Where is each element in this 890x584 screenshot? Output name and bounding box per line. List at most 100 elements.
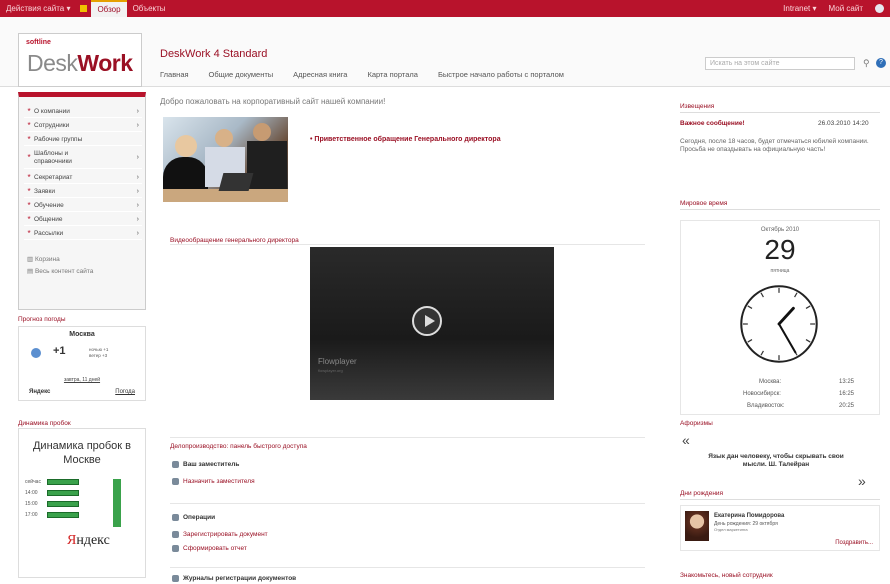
tz-time-novosibirsk: 16:25 bbox=[839, 391, 855, 397]
star-icon: * bbox=[27, 214, 31, 224]
birthdays-heading: Дни рождения bbox=[680, 490, 724, 497]
sidebar-item-workgroups[interactable]: * Рабочие группы bbox=[24, 133, 142, 146]
sidebar-item-training[interactable]: * Обучение › bbox=[24, 199, 142, 212]
star-icon: * bbox=[27, 120, 31, 130]
traffic-time: 14:00 bbox=[25, 490, 38, 496]
star-icon: * bbox=[27, 228, 31, 238]
calendar-day: 29 bbox=[764, 234, 796, 265]
analog-clock bbox=[740, 285, 818, 363]
director-address-link[interactable]: • Приветственное обращение Генерального … bbox=[310, 136, 501, 143]
welcome-heading: Добро пожаловать на корпоративный сайт н… bbox=[160, 97, 386, 106]
weather-widget: Москва +1 ночью +1 ветер +3 завтра, 11 д… bbox=[18, 326, 146, 401]
sidebar-item-employees[interactable]: * Сотрудники › bbox=[24, 119, 142, 132]
report-icon bbox=[172, 545, 179, 552]
aphorisms-heading: Афоризмы bbox=[680, 420, 713, 427]
yandex-logo[interactable]: Яндекс bbox=[67, 533, 110, 549]
tz-time-vladivostok: 20:25 bbox=[839, 403, 855, 409]
traffic-bar bbox=[47, 490, 79, 496]
sidebar-item-secretariat[interactable]: * Секретариат › bbox=[24, 171, 142, 184]
operations-heading: Операции bbox=[172, 514, 215, 521]
announcement-text: Сегодня, после 18 часов, будет отмечатьс… bbox=[680, 138, 869, 153]
logo[interactable]: softline DeskWork bbox=[18, 33, 142, 87]
assign-deputy-link[interactable]: Назначить заместителя bbox=[172, 478, 255, 485]
help-icon[interactable]: ? bbox=[876, 58, 886, 68]
birthday-person-name[interactable]: Екатерина Помидорова bbox=[714, 513, 784, 519]
divider bbox=[680, 112, 880, 113]
folder-icon bbox=[80, 5, 88, 12]
congratulate-link[interactable]: Поздравить... bbox=[835, 540, 873, 546]
gear-icon bbox=[172, 514, 179, 521]
weather-updated-link[interactable]: завтра, 11 дней bbox=[19, 377, 145, 383]
flowplayer-url: flowplayer.org bbox=[318, 368, 343, 373]
top-nav: Главная Общие документы Адресная книга К… bbox=[160, 70, 564, 79]
nav-shared-documents[interactable]: Общие документы bbox=[209, 70, 274, 79]
star-icon: * bbox=[27, 152, 31, 162]
star-icon: * bbox=[27, 186, 31, 196]
quick-access-heading: Делопроизводство: панель быстрого доступ… bbox=[170, 443, 307, 450]
recycle-bin-icon: ▥ bbox=[27, 256, 35, 263]
weather-city: Москва bbox=[69, 331, 95, 338]
divider bbox=[170, 244, 645, 245]
new-employee-heading: Знакомьтесь, новый сотрудник bbox=[680, 572, 773, 579]
tz-time-moscow: 13:25 bbox=[839, 379, 855, 385]
tz-city-novosibirsk: Новосибирск: bbox=[743, 391, 781, 397]
sidebar-item-company[interactable]: * О компании › bbox=[24, 105, 142, 118]
nav-home[interactable]: Главная bbox=[160, 70, 189, 79]
registration-journals-heading: Журналы регистрации документов bbox=[172, 575, 296, 582]
deskwork-logo-text: DeskWork bbox=[27, 50, 133, 76]
nav-quick-start[interactable]: Быстрое начало работы с порталом bbox=[438, 70, 564, 79]
page-header: softline DeskWork DeskWork 4 Standard Гл… bbox=[0, 17, 890, 87]
yandex-logo[interactable]: Яндекс bbox=[29, 389, 50, 395]
recycle-bin-link[interactable]: ▥ Корзина bbox=[27, 255, 60, 263]
register-document-link[interactable]: Зарегистрировать документ bbox=[172, 531, 268, 538]
tab-objects[interactable]: Объекты bbox=[127, 0, 172, 17]
sidebar-item-templates[interactable]: * Шаблоны и справочники › bbox=[24, 147, 142, 169]
weather-temp: +1 bbox=[53, 345, 66, 357]
calendar-month: Октябрь 2010 bbox=[760, 227, 800, 233]
top-navigation-bar: Действия сайта ▾ Обзор Объекты Intranet … bbox=[0, 0, 890, 17]
next-icon[interactable]: » bbox=[858, 473, 866, 489]
site-actions-menu[interactable]: Действия сайта ▾ bbox=[0, 0, 76, 17]
sidebar-item-requests[interactable]: * Заявки › bbox=[24, 185, 142, 198]
traffic-widget: Динамика пробок в Москве сейчас 14:00 15… bbox=[18, 428, 146, 578]
weather-icon bbox=[31, 348, 41, 358]
weather-more-link[interactable]: Погода bbox=[115, 389, 135, 395]
star-icon: * bbox=[27, 172, 31, 182]
divider bbox=[170, 567, 645, 568]
flowplayer-logo: Flowplayer bbox=[318, 357, 357, 366]
user-menu[interactable]: Intranet ▾ bbox=[783, 4, 816, 13]
nav-address-book[interactable]: Адресная книга bbox=[293, 70, 347, 79]
nav-portal-map[interactable]: Карта портала bbox=[367, 70, 417, 79]
calendar-weekday: пятница bbox=[770, 268, 790, 274]
gear-icon[interactable] bbox=[875, 4, 884, 13]
site-title[interactable]: DeskWork 4 Standard bbox=[160, 48, 267, 60]
search-icon[interactable]: ⚲ bbox=[863, 58, 873, 68]
tab-browse[interactable]: Обзор bbox=[91, 0, 127, 17]
search-input[interactable]: Искать на этом сайте bbox=[705, 57, 855, 70]
tz-city-vladivostok: Владивосток: bbox=[747, 403, 785, 409]
birthday-department: Отдел маркетинга bbox=[714, 527, 748, 532]
weather-details: ночью +1 ветер +3 bbox=[89, 347, 109, 358]
generate-report-link[interactable]: Сформировать отчет bbox=[172, 545, 247, 552]
aphorism-text: Язык дан человеку, чтобы скрывать свои м… bbox=[708, 453, 844, 468]
star-icon: * bbox=[27, 200, 31, 210]
avatar bbox=[685, 511, 709, 541]
document-icon bbox=[172, 531, 179, 538]
deputy-heading: Ваш заместитель bbox=[172, 461, 239, 468]
traffic-bar bbox=[47, 479, 79, 485]
my-site-link[interactable]: Мой сайт bbox=[829, 4, 863, 13]
announcement-title[interactable]: Важное сообщение! bbox=[680, 120, 745, 127]
traffic-time: 17:00 bbox=[25, 512, 38, 518]
clock-widget: Октябрь 2010 29 пятница Москва: 13:25 Но… bbox=[680, 220, 880, 415]
previous-icon[interactable]: « bbox=[682, 432, 690, 448]
site-content-icon: ▤ bbox=[27, 268, 35, 275]
all-site-content-link[interactable]: ▤ Весь контент сайта bbox=[27, 267, 93, 275]
traffic-bar bbox=[47, 512, 79, 518]
sidebar-item-communication[interactable]: * Общение › bbox=[24, 213, 142, 226]
traffic-title: Динамика пробок в Москве bbox=[32, 440, 132, 466]
softline-logo-text: softline bbox=[26, 39, 51, 46]
traffic-level-indicator bbox=[113, 479, 121, 527]
play-icon[interactable] bbox=[412, 306, 442, 336]
traffic-time: 15:00 bbox=[25, 501, 38, 507]
sidebar-item-mailings[interactable]: * Рассылки › bbox=[24, 227, 142, 240]
